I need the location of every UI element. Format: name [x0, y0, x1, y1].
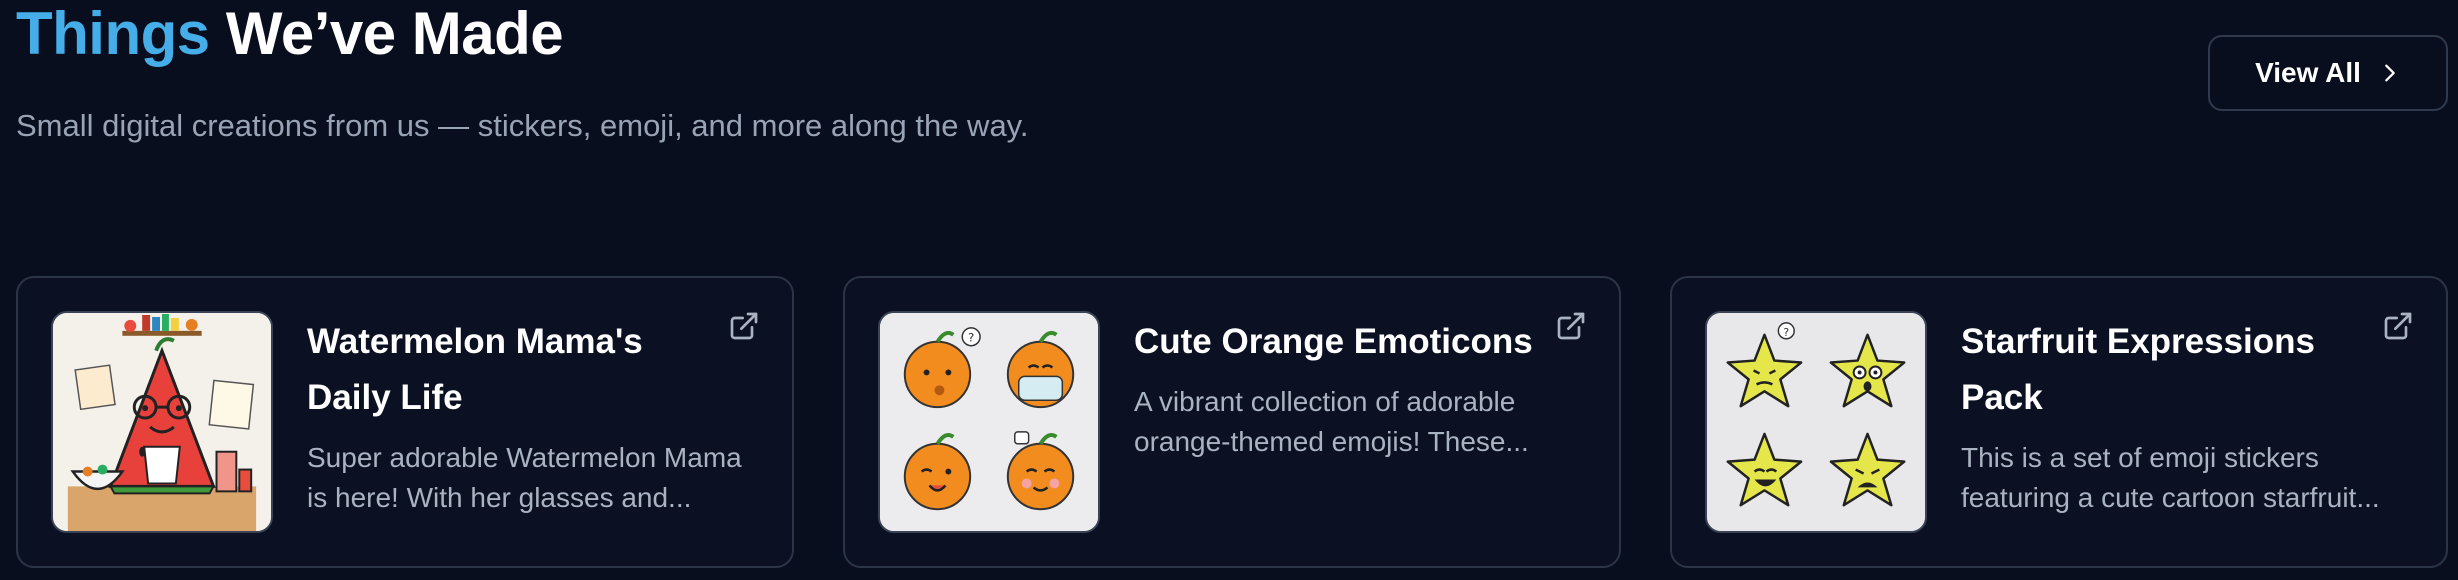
- view-all-label: View All: [2255, 57, 2361, 88]
- chevron-right-icon: [2385, 64, 2395, 82]
- product-card-watermelon[interactable]: Watermelon Mama's Daily Life Super adora…: [16, 276, 794, 568]
- card-title: Cute Orange Emoticons: [1134, 322, 1533, 361]
- card-title: Watermelon Mama's Daily Life: [307, 322, 643, 417]
- view-all-button[interactable]: View All: [2208, 35, 2448, 111]
- orange-emoticons-image: ?: [878, 311, 1100, 533]
- external-link-icon[interactable]: [2382, 310, 2414, 342]
- card-description: A vibrant collection of adorable orange-…: [1134, 386, 1529, 457]
- title-rest: We’ve Made: [225, 0, 564, 67]
- svg-text:?: ?: [1783, 326, 1789, 339]
- product-card-orange[interactable]: ? Cute Orange Emoticons A vibrant collec…: [843, 276, 1621, 568]
- things-made-section: Things We’ve Made Small digital creation…: [0, 0, 2458, 580]
- card-title: Starfruit Expressions Pack: [1961, 322, 2315, 417]
- external-link-icon[interactable]: [728, 310, 760, 342]
- watermelon-sticker-image: [51, 311, 273, 533]
- section-title: Things We’ve Made: [16, 0, 564, 68]
- section-subtitle: Small digital creations from us — sticke…: [16, 108, 1029, 143]
- card-description: This is a set of emoji stickers featurin…: [1961, 442, 2380, 513]
- starfruit-stickers-image: ?: [1705, 311, 1927, 533]
- title-accent: Things: [16, 0, 210, 67]
- external-link-icon[interactable]: [1555, 310, 1587, 342]
- card-description: Super adorable Watermelon Mama is here! …: [307, 442, 742, 513]
- product-card-starfruit[interactable]: ? Starfruit Expressions Pack This is a s…: [1670, 276, 2448, 568]
- svg-text:?: ?: [968, 331, 974, 345]
